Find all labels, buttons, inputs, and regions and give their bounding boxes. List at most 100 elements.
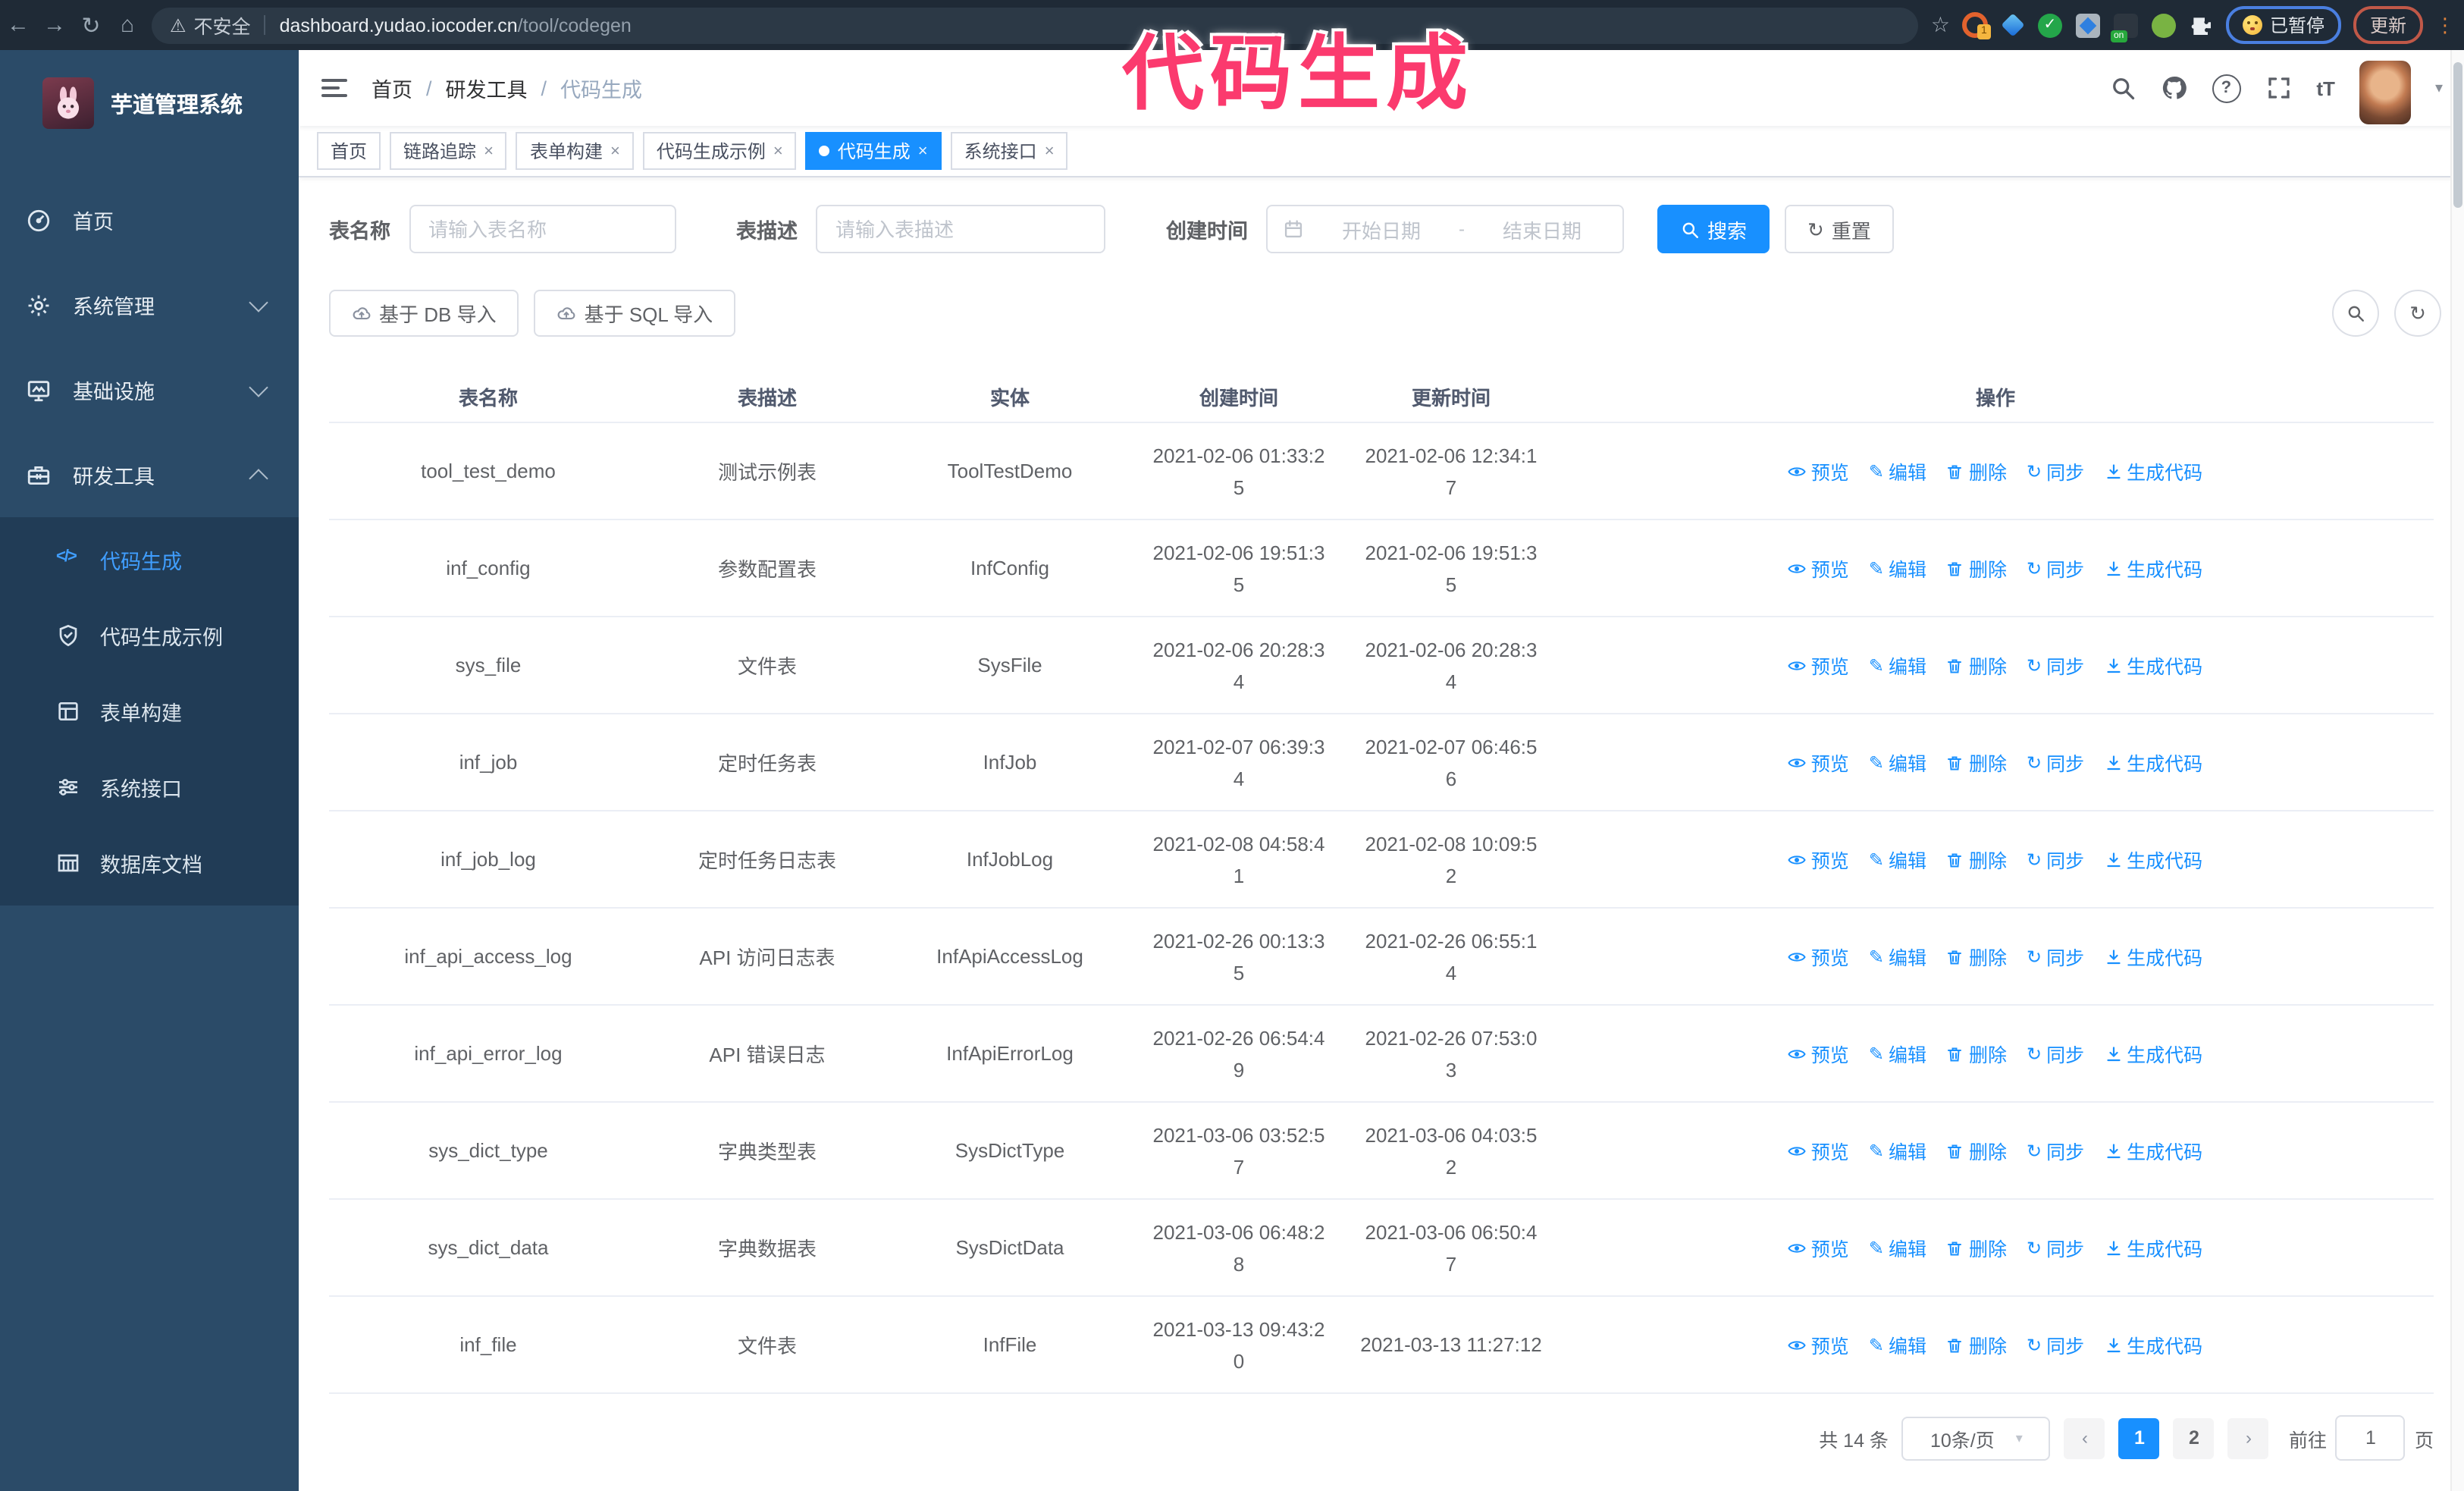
edit-link[interactable]: ✎ 编辑 xyxy=(1869,1039,1926,1068)
goto-page-input[interactable] xyxy=(2335,1415,2406,1461)
avatar-caret-icon[interactable]: ▾ xyxy=(2435,80,2443,96)
edit-link[interactable]: ✎ 编辑 xyxy=(1869,942,1926,971)
delete-link[interactable]: 删除 xyxy=(1946,1039,2007,1068)
sidebar-item-system[interactable]: 系统管理 xyxy=(0,262,299,347)
paused-badge[interactable]: 已暂停 xyxy=(2225,6,2341,44)
sync-link[interactable]: ↻ 同步 xyxy=(2027,1039,2084,1068)
generate-code-link[interactable]: 生成代码 xyxy=(2104,942,2202,971)
sidebar-item-infra[interactable]: 基础设施 xyxy=(0,347,299,432)
edit-link[interactable]: ✎ 编辑 xyxy=(1869,748,1926,777)
generate-code-link[interactable]: 生成代码 xyxy=(2104,457,2202,485)
sync-link[interactable]: ↻ 同步 xyxy=(2027,457,2084,485)
close-icon[interactable]: × xyxy=(484,142,494,160)
delete-link[interactable]: 删除 xyxy=(1946,1136,2007,1165)
show-search-button[interactable] xyxy=(2332,290,2379,337)
sidebar-item-db-doc[interactable]: 数据库文档 xyxy=(0,825,299,901)
sync-link[interactable]: ↻ 同步 xyxy=(2027,554,2084,582)
preview-link[interactable]: 预览 xyxy=(1788,457,1849,485)
next-page-button[interactable]: › xyxy=(2227,1417,2269,1458)
sync-link[interactable]: ↻ 同步 xyxy=(2027,1233,2084,1262)
refresh-button[interactable]: ↻ xyxy=(2394,290,2441,337)
preview-link[interactable]: 预览 xyxy=(1788,942,1849,971)
search-icon[interactable] xyxy=(2108,74,2136,102)
generate-code-link[interactable]: 生成代码 xyxy=(2104,1136,2202,1165)
preview-link[interactable]: 预览 xyxy=(1788,554,1849,582)
edit-link[interactable]: ✎ 编辑 xyxy=(1869,1330,1926,1359)
font-size-icon[interactable]: tT xyxy=(2316,77,2335,99)
sidebar-item-home[interactable]: 首页 xyxy=(0,177,299,262)
browser-reload-icon[interactable]: ↻ xyxy=(73,11,109,39)
breadcrumb-home[interactable]: 首页 xyxy=(371,73,412,103)
generate-code-link[interactable]: 生成代码 xyxy=(2104,748,2202,777)
page-button-2[interactable]: 2 xyxy=(2173,1417,2215,1458)
sync-link[interactable]: ↻ 同步 xyxy=(2027,1136,2084,1165)
prev-page-button[interactable]: ‹ xyxy=(2064,1417,2105,1458)
sync-link[interactable]: ↻ 同步 xyxy=(2027,748,2084,777)
user-avatar[interactable] xyxy=(2359,61,2411,124)
search-button[interactable]: 搜索 xyxy=(1657,205,1770,253)
page-scrollbar[interactable] xyxy=(2450,50,2464,1491)
edit-link[interactable]: ✎ 编辑 xyxy=(1869,554,1926,582)
sidebar-item-form-builder[interactable]: 表单构建 xyxy=(0,673,299,749)
extension-icon[interactable]: ✓ xyxy=(2037,13,2062,37)
github-icon[interactable] xyxy=(2160,74,2187,102)
preview-link[interactable]: 预览 xyxy=(1788,748,1849,777)
edit-link[interactable]: ✎ 编辑 xyxy=(1869,1233,1926,1262)
date-range-picker[interactable]: 开始日期 - 结束日期 xyxy=(1266,205,1624,253)
sidebar-item-codegen[interactable]: </> 代码生成 xyxy=(0,522,299,598)
tab-system-api[interactable]: 系统接口 × xyxy=(950,132,1068,170)
fullscreen-icon[interactable] xyxy=(2265,74,2292,102)
browser-back-icon[interactable]: ← xyxy=(0,12,36,38)
scrollbar-thumb[interactable] xyxy=(2453,62,2462,208)
delete-link[interactable]: 删除 xyxy=(1946,845,2007,874)
page-button-1[interactable]: 1 xyxy=(2118,1417,2160,1458)
help-icon[interactable]: ? xyxy=(2212,74,2241,102)
delete-link[interactable]: 删除 xyxy=(1946,554,2007,582)
tab-tracing[interactable]: 链路追踪 × xyxy=(390,132,507,170)
import-sql-button[interactable]: 基于 SQL 导入 xyxy=(534,290,736,337)
security-label[interactable]: 不安全 xyxy=(194,11,251,39)
delete-link[interactable]: 删除 xyxy=(1946,942,2007,971)
import-db-button[interactable]: 基于 DB 导入 xyxy=(329,290,519,337)
generate-code-link[interactable]: 生成代码 xyxy=(2104,1039,2202,1068)
generate-code-link[interactable]: 生成代码 xyxy=(2104,651,2202,680)
edit-link[interactable]: ✎ 编辑 xyxy=(1869,1136,1926,1165)
edit-link[interactable]: ✎ 编辑 xyxy=(1869,457,1926,485)
address-bar[interactable]: ⚠ 不安全 dashboard.yudao.iocoder.cn /tool/c… xyxy=(152,7,1919,43)
browser-menu-icon[interactable]: ⋮ xyxy=(2435,13,2455,37)
extension-icon[interactable]: 1 xyxy=(1961,12,1991,39)
sync-link[interactable]: ↻ 同步 xyxy=(2027,651,2084,680)
reset-button[interactable]: ↻ 重置 xyxy=(1785,205,1894,253)
sync-link[interactable]: ↻ 同步 xyxy=(2027,845,2084,874)
sidebar-item-system-api[interactable]: 系统接口 xyxy=(0,749,299,825)
extension-icon[interactable] xyxy=(2075,13,2100,37)
browser-forward-icon[interactable]: → xyxy=(36,12,73,38)
delete-link[interactable]: 删除 xyxy=(1946,651,2007,680)
preview-link[interactable]: 预览 xyxy=(1788,1233,1849,1262)
preview-link[interactable]: 预览 xyxy=(1788,1330,1849,1359)
extensions-puzzle-icon[interactable] xyxy=(2190,13,2214,37)
close-icon[interactable]: × xyxy=(1045,142,1055,160)
delete-link[interactable]: 删除 xyxy=(1946,1330,2007,1359)
close-icon[interactable]: × xyxy=(773,142,783,160)
generate-code-link[interactable]: 生成代码 xyxy=(2104,845,2202,874)
tab-form-builder[interactable]: 表单构建 × xyxy=(516,132,634,170)
sync-link[interactable]: ↻ 同步 xyxy=(2027,1330,2084,1359)
browser-home-icon[interactable]: ⌂ xyxy=(109,12,146,38)
delete-link[interactable]: 删除 xyxy=(1946,748,2007,777)
update-button[interactable]: 更新 xyxy=(2353,6,2423,44)
sidebar-toggle-icon[interactable] xyxy=(321,78,347,98)
preview-link[interactable]: 预览 xyxy=(1788,845,1849,874)
edit-link[interactable]: ✎ 编辑 xyxy=(1869,651,1926,680)
close-icon[interactable]: × xyxy=(610,142,620,160)
generate-code-link[interactable]: 生成代码 xyxy=(2104,1330,2202,1359)
bookmark-star-icon[interactable]: ☆ xyxy=(1931,12,1950,38)
tab-home[interactable]: 首页 xyxy=(317,132,381,170)
page-size-select[interactable]: 10条/页 ▾ xyxy=(1901,1416,2051,1460)
sidebar-item-codegen-example[interactable]: 代码生成示例 xyxy=(0,598,299,673)
app-logo[interactable]: 芋道管理系统 xyxy=(0,50,299,129)
tab-codegen-example[interactable]: 代码生成示例 × xyxy=(642,132,797,170)
preview-link[interactable]: 预览 xyxy=(1788,1136,1849,1165)
extension-icon[interactable]: on xyxy=(2110,13,2138,42)
sidebar-item-devtools[interactable]: 研发工具 xyxy=(0,432,299,517)
